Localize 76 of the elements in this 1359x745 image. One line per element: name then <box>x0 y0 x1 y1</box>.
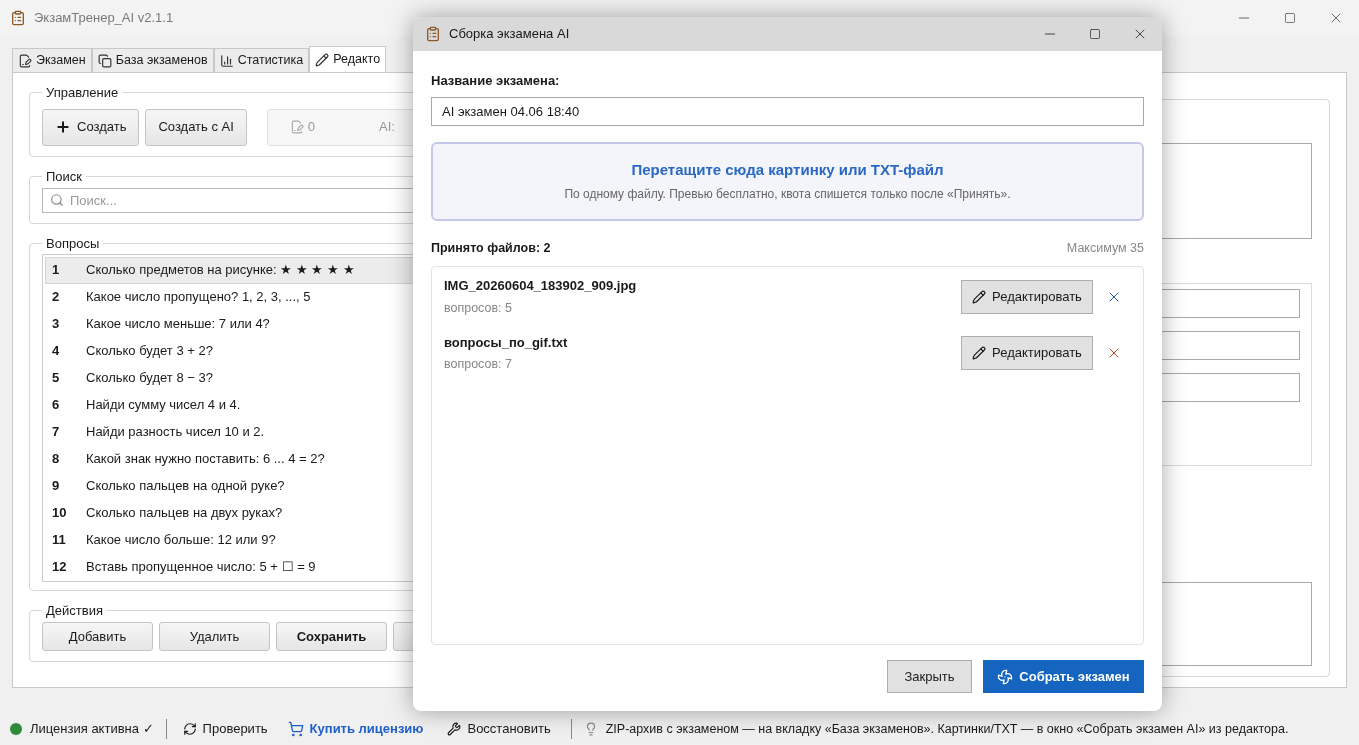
question-text: Сколько предметов на рисунке: ★ ★ ★ ★ ★ <box>86 261 355 280</box>
tab[interactable]: База экзаменов <box>91 48 214 72</box>
question-text: Какой знак нужно поставить: 6 ... 4 = 2? <box>86 450 325 469</box>
edit-button[interactable]: Редактировать <box>961 336 1093 371</box>
status-hint: ZIP-архив с экзаменом — на вкладку «База экзаменов». Картинки/TXT — в окно «Собрать экзамен AI» из редактора. <box>605 720 1289 738</box>
action-button[interactable]: Удалить <box>159 622 270 651</box>
group-title: Управление <box>45 84 120 102</box>
group-title: Вопросы <box>45 235 101 253</box>
question-text: Сколько будет 8 − 3? <box>86 369 213 388</box>
question-number: 5 <box>51 369 61 388</box>
drop-title: Перетащите сюда картинку или TXT-файл <box>631 159 944 180</box>
question-number: 6 <box>51 396 61 415</box>
question-number: 12 <box>51 558 68 577</box>
group-title: Поиск <box>45 167 84 186</box>
question-number: 3 <box>51 315 61 334</box>
ai-label: AI: <box>379 118 395 137</box>
question-text: Сколько будет 3 + 2? <box>86 342 213 361</box>
field-label: Название экзамена: <box>431 72 561 90</box>
group-title: Действия <box>45 601 104 620</box>
question-number: 9 <box>51 477 61 496</box>
create-button[interactable]: Создать <box>42 108 140 146</box>
buy-license-link[interactable]: Купить лицензию <box>279 719 432 739</box>
question-text: Найди сумму чисел 4 и 4. <box>86 396 241 415</box>
question-number: 10 <box>51 504 68 523</box>
create-button[interactable]: Создать с AI <box>145 108 247 146</box>
question-text: Какое число меньше: 7 или 4? <box>86 315 270 334</box>
pencil-icon <box>315 52 330 67</box>
question-text: Сколько пальцев на одной руке? <box>86 477 285 496</box>
drop-zone[interactable]: Перетащите сюда картинку или TXT-файл По одному файлу. Превью бесплатно, квота спишется только после «Принять». <box>431 141 1144 221</box>
window-title: ЭкзамТренер_AI v2.1.1 <box>34 9 174 28</box>
question-number: 4 <box>51 342 61 361</box>
app-icon <box>10 10 26 26</box>
edit-button[interactable]: Редактировать <box>961 279 1093 314</box>
question-text: Найди разность чисел 10 и 2. <box>86 423 265 442</box>
restore-button[interactable]: Восстановить <box>439 719 559 739</box>
question-number: 11 <box>51 531 67 550</box>
question-count: 0 <box>307 118 316 137</box>
bar-chart-icon <box>219 53 234 68</box>
accepted-count: Принято файлов: 2 <box>431 239 551 257</box>
check-button[interactable]: Проверить <box>178 719 272 739</box>
wrench-icon <box>447 722 462 736</box>
question-text: Вставь пропущенное число: 5 + ☐ = 9 <box>86 558 316 577</box>
edit-file-icon <box>289 120 304 134</box>
pinwheel-icon <box>997 668 1014 685</box>
edit-file-icon <box>18 53 32 68</box>
app-icon <box>425 26 441 42</box>
pencil-icon <box>972 289 987 304</box>
question-number: 1 <box>51 261 61 280</box>
copy-icon <box>97 53 112 68</box>
question-number: 2 <box>51 288 61 307</box>
question-text: Какое число пропущено? 1, 2, 3, ..., 5 <box>86 288 311 307</box>
search-icon <box>50 193 64 207</box>
refresh-icon <box>182 722 197 736</box>
question-text: Сколько пальцев на двух руках? <box>86 504 283 523</box>
question-number: 7 <box>51 423 61 442</box>
maximum-label: Максимум 35 <box>1066 239 1144 257</box>
maximize-icon[interactable] <box>1089 28 1101 40</box>
dialog-title: Сборка экзамена AI <box>449 25 570 44</box>
action-button[interactable]: Сохранить <box>276 622 387 651</box>
maximize-icon[interactable] <box>1284 12 1296 24</box>
question-text: Какое число больше: 12 или 9? <box>86 531 276 550</box>
cart-icon <box>287 721 304 737</box>
tab[interactable]: Статистика <box>213 48 310 72</box>
pencil-icon <box>972 346 987 361</box>
action-button[interactable]: Добавить <box>42 622 153 651</box>
question-count: вопросов: 7 <box>444 356 513 373</box>
question-count: вопросов: 5 <box>444 299 513 317</box>
close-button[interactable]: Закрыть <box>887 660 972 693</box>
tab[interactable]: Редакто <box>309 46 387 72</box>
question-number: 8 <box>51 450 61 469</box>
tab[interactable]: Экзамен <box>12 48 92 72</box>
file-name: вопросы_по_gif.txt <box>444 333 569 352</box>
plus-icon <box>55 119 71 135</box>
build-exam-button[interactable]: Собрать экзамен <box>983 660 1144 693</box>
exam-name-field[interactable]: AI экзамен 04.06 18:40 <box>431 96 1144 126</box>
license-status: Лицензия активна ✓ <box>30 720 154 739</box>
